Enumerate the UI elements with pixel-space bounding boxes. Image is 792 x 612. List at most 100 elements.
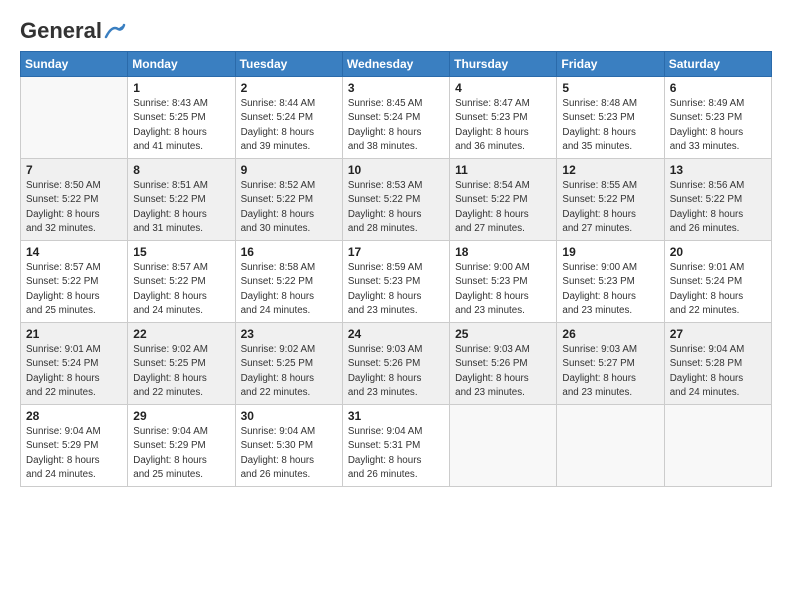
day-number: 24 — [348, 327, 444, 341]
day-info: Sunrise: 8:48 AMSunset: 5:23 PMDaylight:… — [562, 97, 658, 154]
calendar-cell: 18 Sunrise: 9:00 AMSunset: 5:23 PMDayligh… — [450, 241, 557, 323]
day-info: Sunrise: 8:56 AMSunset: 5:22 PMDaylight:… — [670, 179, 766, 236]
day-info: Sunrise: 9:00 AMSunset: 5:23 PMDaylight:… — [455, 261, 551, 318]
day-info: Sunrise: 8:44 AMSunset: 5:24 PMDaylight:… — [241, 97, 337, 154]
calendar-cell: 1 Sunrise: 8:43 AMSunset: 5:25 PMDaylight… — [128, 77, 235, 159]
day-info: Sunrise: 9:03 AMSunset: 5:27 PMDaylight:… — [562, 343, 658, 400]
day-info: Sunrise: 9:02 AMSunset: 5:25 PMDaylight:… — [241, 343, 337, 400]
day-number: 10 — [348, 163, 444, 177]
weekday-header-friday: Friday — [557, 52, 664, 77]
day-number: 22 — [133, 327, 229, 341]
day-number: 3 — [348, 81, 444, 95]
day-info: Sunrise: 8:53 AMSunset: 5:22 PMDaylight:… — [348, 179, 444, 236]
calendar-cell: 22 Sunrise: 9:02 AMSunset: 5:25 PMDayligh… — [128, 323, 235, 405]
day-number: 4 — [455, 81, 551, 95]
calendar-week-row: 21 Sunrise: 9:01 AMSunset: 5:24 PMDayligh… — [21, 323, 772, 405]
day-number: 13 — [670, 163, 766, 177]
calendar-cell: 19Sunrise: 9:00 AMSunset: 5:23 PMDayligh… — [557, 241, 664, 323]
calendar-week-row: 14Sunrise: 8:57 AMSunset: 5:22 PMDayligh… — [21, 241, 772, 323]
calendar-cell: 17 Sunrise: 8:59 AMSunset: 5:23 PMDayligh… — [342, 241, 449, 323]
day-info: Sunrise: 9:03 AMSunset: 5:26 PMDaylight:… — [455, 343, 551, 400]
day-number: 8 — [133, 163, 229, 177]
logo: General — [20, 18, 126, 41]
calendar-cell: 14Sunrise: 8:57 AMSunset: 5:22 PMDayligh… — [21, 241, 128, 323]
weekday-header-sunday: Sunday — [21, 52, 128, 77]
day-info: Sunrise: 9:04 AMSunset: 5:29 PMDaylight:… — [133, 425, 229, 482]
calendar-cell: 16 Sunrise: 8:58 AMSunset: 5:22 PMDayligh… — [235, 241, 342, 323]
day-number: 6 — [670, 81, 766, 95]
calendar-cell — [21, 77, 128, 159]
day-number: 29 — [133, 409, 229, 423]
day-info: Sunrise: 8:51 AMSunset: 5:22 PMDaylight:… — [133, 179, 229, 236]
day-info: Sunrise: 8:52 AMSunset: 5:22 PMDaylight:… — [241, 179, 337, 236]
day-number: 15 — [133, 245, 229, 259]
day-number: 7 — [26, 163, 122, 177]
day-number: 2 — [241, 81, 337, 95]
calendar-cell: 15Sunrise: 8:57 AMSunset: 5:22 PMDayligh… — [128, 241, 235, 323]
day-number: 9 — [241, 163, 337, 177]
calendar-cell — [664, 405, 771, 487]
calendar-cell: 29 Sunrise: 9:04 AMSunset: 5:29 PMDayligh… — [128, 405, 235, 487]
day-info: Sunrise: 8:47 AMSunset: 5:23 PMDaylight:… — [455, 97, 551, 154]
calendar-cell: 13 Sunrise: 8:56 AMSunset: 5:22 PMDayligh… — [664, 159, 771, 241]
calendar-cell: 23 Sunrise: 9:02 AMSunset: 5:25 PMDayligh… — [235, 323, 342, 405]
calendar-cell: 11 Sunrise: 8:54 AMSunset: 5:22 PMDayligh… — [450, 159, 557, 241]
day-info: Sunrise: 8:49 AMSunset: 5:23 PMDaylight:… — [670, 97, 766, 154]
calendar-cell: 8 Sunrise: 8:51 AMSunset: 5:22 PMDaylight… — [128, 159, 235, 241]
day-number: 12 — [562, 163, 658, 177]
calendar-week-row: 7 Sunrise: 8:50 AMSunset: 5:22 PMDaylight… — [21, 159, 772, 241]
weekday-header-thursday: Thursday — [450, 52, 557, 77]
day-number: 31 — [348, 409, 444, 423]
calendar-table: SundayMondayTuesdayWednesdayThursdayFrid… — [20, 51, 772, 487]
day-info: Sunrise: 8:59 AMSunset: 5:23 PMDaylight:… — [348, 261, 444, 318]
calendar-cell — [450, 405, 557, 487]
day-info: Sunrise: 8:50 AMSunset: 5:22 PMDaylight:… — [26, 179, 122, 236]
day-number: 23 — [241, 327, 337, 341]
header: General — [20, 18, 772, 41]
day-number: 16 — [241, 245, 337, 259]
weekday-header-saturday: Saturday — [664, 52, 771, 77]
calendar-cell: 24 Sunrise: 9:03 AMSunset: 5:26 PMDayligh… — [342, 323, 449, 405]
calendar-cell: 31 Sunrise: 9:04 AMSunset: 5:31 PMDayligh… — [342, 405, 449, 487]
calendar-cell: 10 Sunrise: 8:53 AMSunset: 5:22 PMDayligh… — [342, 159, 449, 241]
calendar-cell: 6 Sunrise: 8:49 AMSunset: 5:23 PMDaylight… — [664, 77, 771, 159]
day-info: Sunrise: 8:55 AMSunset: 5:22 PMDaylight:… — [562, 179, 658, 236]
day-number: 11 — [455, 163, 551, 177]
day-number: 28 — [26, 409, 122, 423]
calendar-cell: 2 Sunrise: 8:44 AMSunset: 5:24 PMDaylight… — [235, 77, 342, 159]
calendar-cell: 3 Sunrise: 8:45 AMSunset: 5:24 PMDaylight… — [342, 77, 449, 159]
day-info: Sunrise: 8:45 AMSunset: 5:24 PMDaylight:… — [348, 97, 444, 154]
calendar-cell: 26 Sunrise: 9:03 AMSunset: 5:27 PMDayligh… — [557, 323, 664, 405]
calendar-week-row: 1 Sunrise: 8:43 AMSunset: 5:25 PMDaylight… — [21, 77, 772, 159]
calendar-cell: 27Sunrise: 9:04 AMSunset: 5:28 PMDayligh… — [664, 323, 771, 405]
day-info: Sunrise: 9:04 AMSunset: 5:29 PMDaylight:… — [26, 425, 122, 482]
calendar-cell: 25Sunrise: 9:03 AMSunset: 5:26 PMDayligh… — [450, 323, 557, 405]
calendar-cell: 9 Sunrise: 8:52 AMSunset: 5:22 PMDaylight… — [235, 159, 342, 241]
calendar-cell: 28 Sunrise: 9:04 AMSunset: 5:29 PMDayligh… — [21, 405, 128, 487]
day-info: Sunrise: 9:03 AMSunset: 5:26 PMDaylight:… — [348, 343, 444, 400]
day-number: 18 — [455, 245, 551, 259]
day-info: Sunrise: 8:43 AMSunset: 5:25 PMDaylight:… — [133, 97, 229, 154]
day-number: 14 — [26, 245, 122, 259]
day-number: 1 — [133, 81, 229, 95]
calendar-header-row: SundayMondayTuesdayWednesdayThursdayFrid… — [21, 52, 772, 77]
day-number: 27 — [670, 327, 766, 341]
day-number: 17 — [348, 245, 444, 259]
day-info: Sunrise: 9:02 AMSunset: 5:25 PMDaylight:… — [133, 343, 229, 400]
calendar-cell: 30Sunrise: 9:04 AMSunset: 5:30 PMDayligh… — [235, 405, 342, 487]
calendar-cell: 4 Sunrise: 8:47 AMSunset: 5:23 PMDaylight… — [450, 77, 557, 159]
day-info: Sunrise: 9:01 AMSunset: 5:24 PMDaylight:… — [26, 343, 122, 400]
day-info: Sunrise: 9:04 AMSunset: 5:31 PMDaylight:… — [348, 425, 444, 482]
logo-general: General — [20, 18, 126, 45]
day-number: 21 — [26, 327, 122, 341]
weekday-header-tuesday: Tuesday — [235, 52, 342, 77]
day-info: Sunrise: 9:01 AMSunset: 5:24 PMDaylight:… — [670, 261, 766, 318]
calendar-cell: 7 Sunrise: 8:50 AMSunset: 5:22 PMDaylight… — [21, 159, 128, 241]
calendar-week-row: 28 Sunrise: 9:04 AMSunset: 5:29 PMDayligh… — [21, 405, 772, 487]
day-info: Sunrise: 8:58 AMSunset: 5:22 PMDaylight:… — [241, 261, 337, 318]
calendar-cell: 12 Sunrise: 8:55 AMSunset: 5:22 PMDayligh… — [557, 159, 664, 241]
day-number: 5 — [562, 81, 658, 95]
day-number: 26 — [562, 327, 658, 341]
day-number: 30 — [241, 409, 337, 423]
day-info: Sunrise: 8:54 AMSunset: 5:22 PMDaylight:… — [455, 179, 551, 236]
